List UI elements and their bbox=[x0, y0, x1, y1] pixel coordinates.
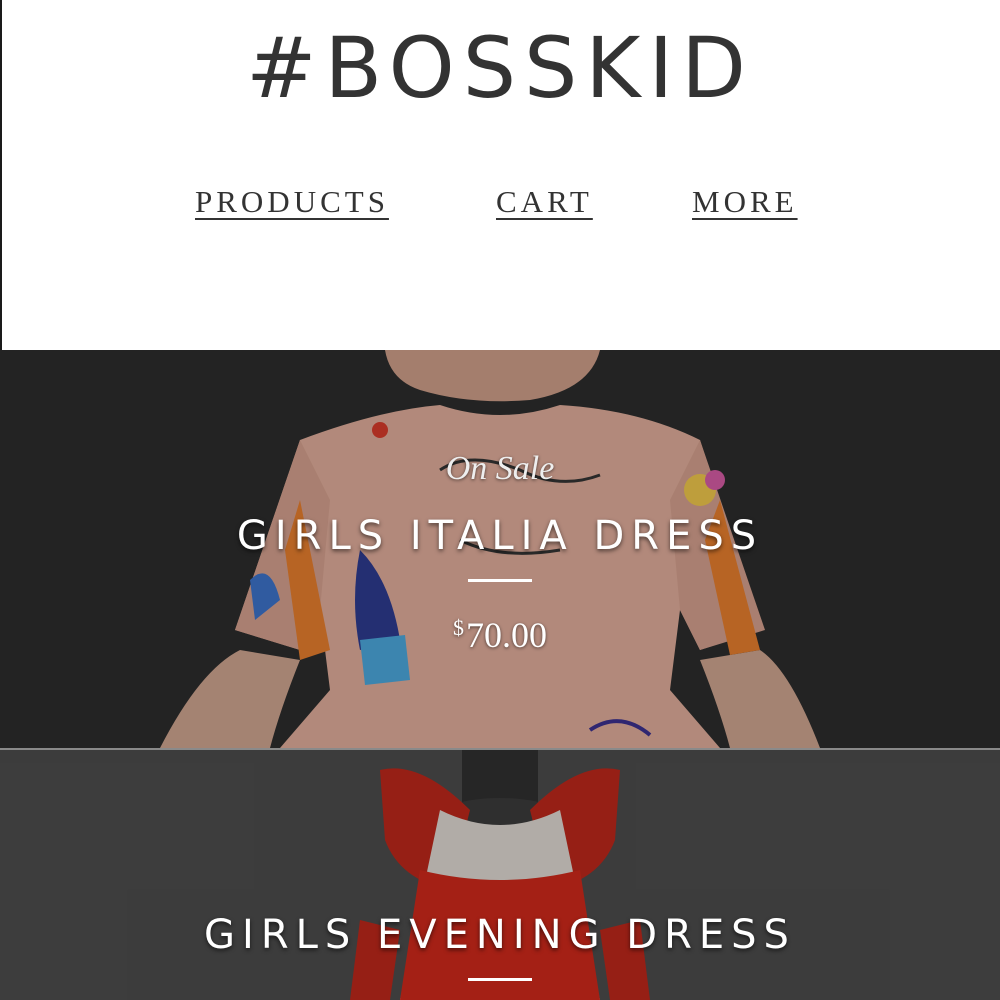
price-value: 70.00 bbox=[466, 615, 547, 655]
product-title[interactable]: GIRLS EVENING DRESS bbox=[0, 912, 1000, 958]
title-underline bbox=[468, 579, 532, 582]
currency-symbol: $ bbox=[453, 615, 464, 640]
sale-badge: On Sale bbox=[445, 450, 555, 487]
title-underline bbox=[468, 978, 532, 981]
nav-products-link[interactable]: PRODUCTS bbox=[195, 184, 389, 220]
image-overlay bbox=[0, 750, 1000, 1000]
product-tile[interactable]: GIRLS EVENING DRESS bbox=[0, 750, 1000, 1000]
product-title[interactable]: GIRLS ITALIA DRESS bbox=[0, 513, 1000, 559]
main-nav: PRODUCTS CART MORE bbox=[0, 184, 1000, 224]
nav-more-link[interactable]: MORE bbox=[692, 184, 798, 220]
product-price: $70.00 bbox=[0, 614, 1000, 656]
product-tile[interactable]: On Sale GIRLS ITALIA DRESS $70.00 bbox=[0, 350, 1000, 748]
brand-logo[interactable]: #BOSSKID bbox=[0, 18, 1000, 118]
nav-cart-link[interactable]: CART bbox=[496, 184, 593, 220]
